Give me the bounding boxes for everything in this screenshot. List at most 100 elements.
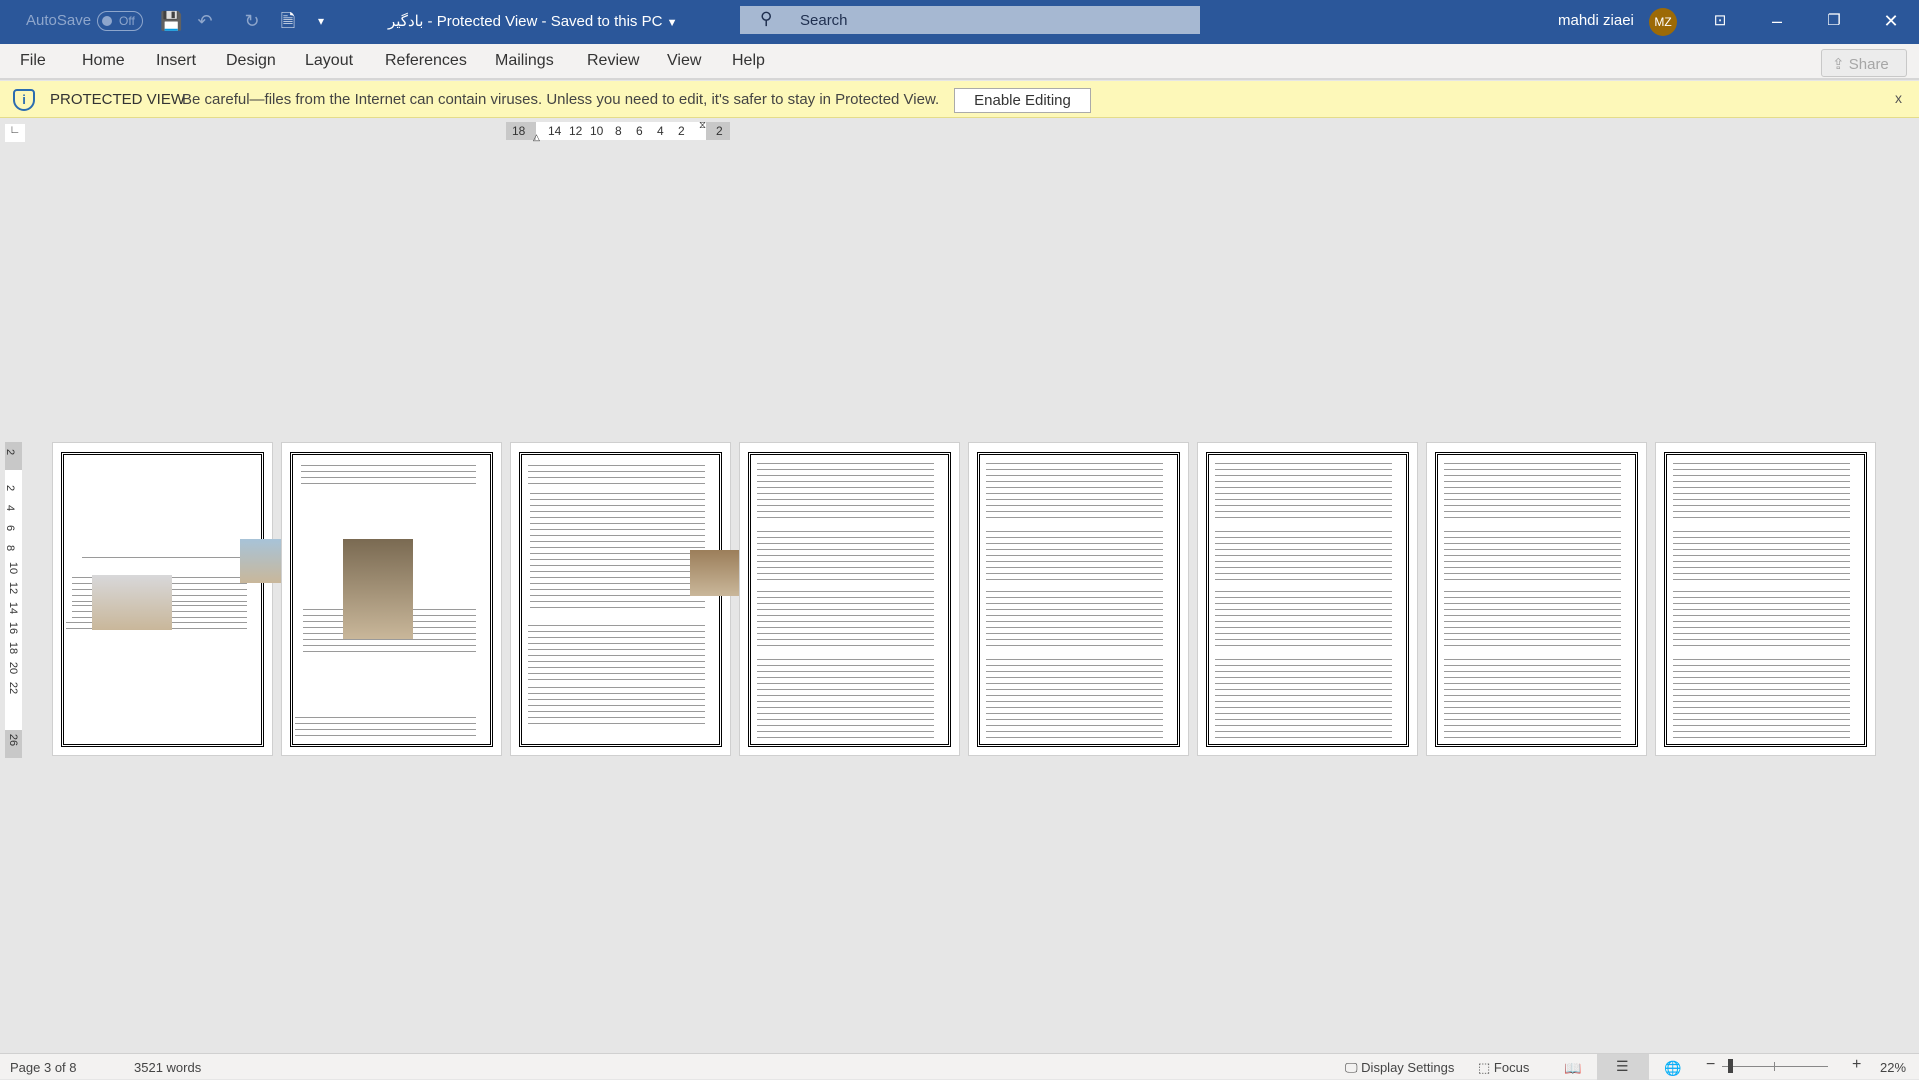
save-icon[interactable]: 💾 (160, 11, 182, 31)
avatar[interactable]: MZ (1649, 8, 1677, 36)
tab-layout[interactable]: Layout (305, 52, 353, 70)
text-block (301, 463, 476, 489)
sep: - (541, 13, 547, 30)
zoom-out-icon[interactable]: − (1706, 1056, 1715, 1074)
text-block (986, 657, 1163, 739)
tab-insert[interactable]: Insert (156, 52, 196, 70)
focus-button[interactable]: ⬚ Focus (1478, 1060, 1529, 1076)
minimize-icon[interactable]: – (1767, 11, 1787, 31)
document-page[interactable] (1655, 442, 1876, 756)
text-block (530, 491, 705, 611)
close-bar-icon[interactable]: x (1895, 90, 1902, 106)
tab-references[interactable]: References (385, 52, 467, 70)
document-page[interactable] (281, 442, 502, 756)
tab-selector-icon[interactable]: ∟ (5, 124, 25, 142)
document-page[interactable] (739, 442, 960, 756)
tab-design[interactable]: Design (226, 52, 276, 70)
share-icon: ⇪ (1832, 56, 1845, 73)
text-block (986, 589, 1163, 649)
text-block (82, 555, 247, 561)
autosave-label: AutoSave (26, 12, 92, 29)
share-button[interactable]: ⇪ Share (1821, 49, 1907, 77)
horizontal-ruler[interactable]: 18 14 12 10 8 6 4 2 2 △ ⧖ (506, 120, 730, 143)
zoom-level[interactable]: 22% (1880, 1060, 1906, 1075)
tab-mailings[interactable]: Mailings (495, 52, 554, 70)
print-layout-button[interactable]: ☰ (1597, 1054, 1649, 1080)
search-placeholder: Search (800, 12, 848, 29)
tab-home[interactable]: Home (82, 52, 125, 70)
enable-editing-button[interactable]: Enable Editing (954, 88, 1091, 113)
text-block (1673, 529, 1850, 581)
display-settings-button[interactable]: 🖵 Display Settings (1345, 1060, 1454, 1076)
new-document-icon[interactable]: 🗎 (278, 11, 298, 31)
ruler-tick: 22 (7, 681, 20, 695)
text-block (1673, 657, 1850, 739)
user-name[interactable]: mahdi ziaei (1558, 12, 1634, 29)
ruler-tick: 4 (4, 504, 17, 512)
text-block (1215, 657, 1392, 739)
zoom-in-icon[interactable]: + (1852, 1056, 1861, 1074)
document-page[interactable] (968, 442, 1189, 756)
page-border (977, 452, 1180, 747)
text-block (1215, 529, 1392, 581)
ruler-tick: 26 (7, 733, 20, 747)
web-layout-icon[interactable]: 🌐 (1664, 1060, 1681, 1077)
ruler-tick: 6 (4, 524, 17, 532)
ruler-tick: 12 (569, 124, 583, 138)
document-title[interactable]: بادگیر - Protected View - Saved to this … (388, 12, 677, 30)
focus-icon: ⬚ (1478, 1060, 1491, 1075)
toggle-knob (102, 16, 112, 26)
read-mode-icon[interactable]: 📖 (1564, 1060, 1581, 1077)
display-settings-label: Display Settings (1361, 1060, 1455, 1075)
page-border (1206, 452, 1409, 747)
zoom-slider[interactable] (1722, 1066, 1828, 1067)
page-border (519, 452, 750, 747)
customize-toolbar-icon[interactable]: ▾ (313, 11, 329, 31)
indent-marker-icon[interactable]: ⧖ (699, 120, 706, 131)
document-page[interactable] (1197, 442, 1418, 756)
ruler-tick: 12 (7, 581, 20, 595)
text-block (1444, 461, 1621, 521)
word-count[interactable]: 3521 words (134, 1060, 201, 1075)
document-page[interactable] (52, 442, 310, 756)
ruler-tick: 18 (7, 641, 20, 655)
ruler-tick: 6 (636, 124, 643, 138)
text-block (295, 715, 476, 739)
vertical-ruler[interactable]: 2 2 4 6 8 10 12 14 16 18 20 22 26 (4, 442, 22, 758)
tab-view[interactable]: View (667, 52, 701, 70)
ruler-tick: 4 (657, 124, 664, 138)
ruler-tick: 2 (4, 484, 17, 492)
ruler-tick: 8 (615, 124, 622, 138)
zoom-slider-thumb[interactable] (1728, 1059, 1734, 1073)
tab-review[interactable]: Review (587, 52, 639, 70)
doc-mode: Protected View (436, 13, 538, 30)
protected-view-bar: i PROTECTED VIEW Be careful—files from t… (0, 81, 1919, 118)
tab-help[interactable]: Help (732, 52, 765, 70)
ruler-tick: 2 (4, 448, 17, 456)
page-image (92, 575, 172, 630)
page-count[interactable]: Page 3 of 8 (10, 1060, 77, 1075)
page-image (343, 539, 413, 639)
search-box[interactable]: ⚲ Search (740, 6, 1200, 34)
close-icon[interactable]: ✕ (1881, 11, 1901, 31)
search-icon: ⚲ (760, 9, 773, 28)
redo-icon[interactable]: ↻ (242, 11, 262, 31)
text-block (986, 529, 1163, 581)
autosave-toggle[interactable]: Off (97, 11, 143, 31)
undo-icon[interactable]: ↶ (195, 11, 215, 31)
tab-file[interactable]: File (20, 52, 46, 70)
autosave-state: Off (119, 14, 135, 28)
document-page[interactable] (1426, 442, 1647, 756)
page-border (290, 452, 493, 747)
focus-label: Focus (1493, 1060, 1530, 1075)
shield-info-icon: i (13, 89, 35, 111)
ribbon-display-options-icon[interactable]: ⊡ (1710, 11, 1730, 31)
page-border (61, 452, 310, 747)
ruler-tick: 8 (4, 544, 17, 552)
restore-icon[interactable]: ❐ (1824, 11, 1844, 31)
indent-marker-icon[interactable]: △ (533, 132, 540, 143)
doc-name: بادگیر (388, 13, 424, 30)
protected-view-message: Be careful—files from the Internet can c… (182, 91, 940, 108)
document-page[interactable] (510, 442, 750, 756)
text-block (757, 461, 934, 521)
